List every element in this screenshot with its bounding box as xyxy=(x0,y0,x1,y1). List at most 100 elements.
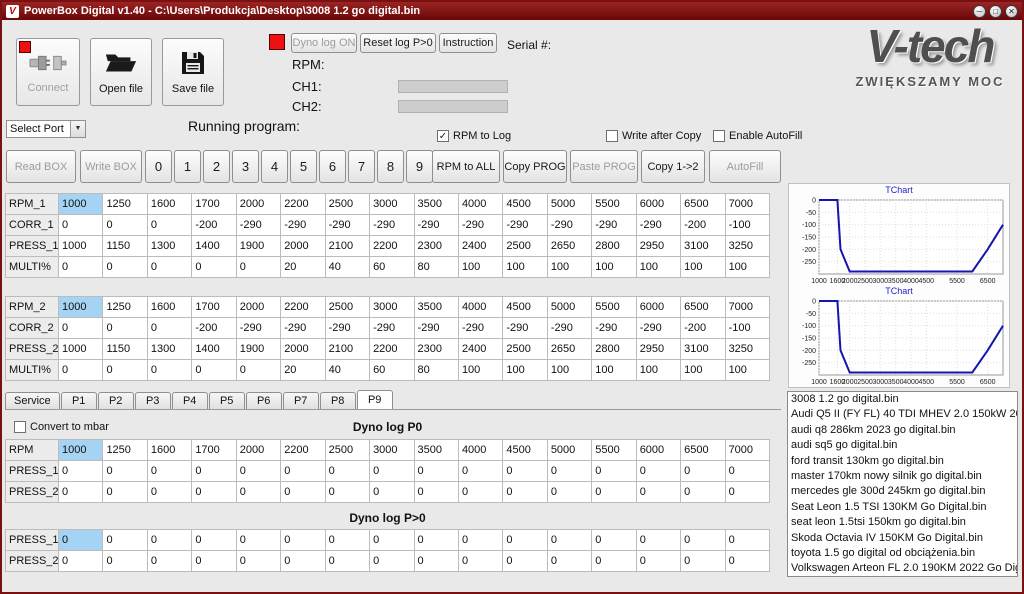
grid-cell[interactable]: 3250 xyxy=(725,339,769,360)
grid-cell[interactable]: 0 xyxy=(681,551,725,572)
grid-cell[interactable]: 1700 xyxy=(192,194,236,215)
grid-cell[interactable]: 1150 xyxy=(103,236,147,257)
write-box-button[interactable]: Write BOX xyxy=(80,150,142,183)
grid-cell[interactable]: -290 xyxy=(547,215,591,236)
grid-cell[interactable]: 2100 xyxy=(325,236,369,257)
grid-cell[interactable]: 0 xyxy=(503,530,547,551)
grid-cell[interactable]: 100 xyxy=(458,360,502,381)
grid-cell[interactable]: 0 xyxy=(103,360,147,381)
grid-cell[interactable]: 2500 xyxy=(503,236,547,257)
grid-cell[interactable]: 0 xyxy=(325,530,369,551)
grid-cell[interactable]: -290 xyxy=(503,318,547,339)
grid-cell[interactable]: 0 xyxy=(458,551,502,572)
file-list-item[interactable]: ford transit 130km go digital.bin xyxy=(788,454,1017,469)
grid-cell[interactable]: 0 xyxy=(370,482,414,503)
rpm-to-all-button[interactable]: RPM to ALL xyxy=(432,150,500,183)
grid-cell[interactable]: -200 xyxy=(681,318,725,339)
grid-cell[interactable]: 0 xyxy=(547,530,591,551)
copy-prog-button[interactable]: Copy PROG xyxy=(503,150,567,183)
file-list-item[interactable]: audi q8 286km 2023 go digital.bin xyxy=(788,423,1017,438)
grid-cell[interactable]: 1400 xyxy=(192,236,236,257)
grid-cell[interactable]: -290 xyxy=(325,318,369,339)
grid-cell[interactable]: 3000 xyxy=(370,297,414,318)
grid-cell[interactable]: 5000 xyxy=(547,440,591,461)
tab-p6[interactable]: P6 xyxy=(246,392,282,409)
grid-cell[interactable]: 100 xyxy=(503,257,547,278)
grid-cell[interactable]: 100 xyxy=(681,360,725,381)
grid-cell[interactable]: 0 xyxy=(458,482,502,503)
grid-cell[interactable]: 0 xyxy=(325,482,369,503)
grid-cell[interactable]: 5000 xyxy=(547,297,591,318)
grid-cell[interactable]: 0 xyxy=(681,530,725,551)
write-after-copy-checkbox[interactable]: Write after Copy xyxy=(606,130,701,142)
grid-cell[interactable]: 3100 xyxy=(681,339,725,360)
grid-cell[interactable]: 0 xyxy=(192,482,236,503)
grid-cell[interactable]: 0 xyxy=(59,461,103,482)
program-number-button-6[interactable]: 6 xyxy=(319,150,346,183)
grid-cell[interactable]: 0 xyxy=(414,530,458,551)
grid-cell[interactable]: -290 xyxy=(236,318,280,339)
file-list-item[interactable]: audi sq5 go digital.bin xyxy=(788,438,1017,453)
grid-cell[interactable]: 0 xyxy=(370,461,414,482)
tab-p7[interactable]: P7 xyxy=(283,392,319,409)
grid-cell[interactable]: 0 xyxy=(147,551,191,572)
grid-cell[interactable]: 0 xyxy=(103,530,147,551)
grid-cell[interactable]: 0 xyxy=(636,461,680,482)
tab-p2[interactable]: P2 xyxy=(98,392,134,409)
grid-cell[interactable]: 1700 xyxy=(192,297,236,318)
grid-cell[interactable]: 0 xyxy=(59,318,103,339)
grid-cell[interactable]: 4500 xyxy=(503,297,547,318)
grid-cell[interactable]: 0 xyxy=(725,551,769,572)
grid-cell[interactable]: 0 xyxy=(103,461,147,482)
grid-cell[interactable]: 40 xyxy=(325,360,369,381)
grid-cell[interactable]: 1250 xyxy=(103,297,147,318)
grid-cell[interactable]: -290 xyxy=(592,318,636,339)
close-button[interactable]: ✕ xyxy=(1005,5,1018,18)
grid-cell[interactable]: 0 xyxy=(636,551,680,572)
grid-cell[interactable]: 2500 xyxy=(325,297,369,318)
read-box-button[interactable]: Read BOX xyxy=(6,150,76,183)
grid-cell[interactable]: -290 xyxy=(636,215,680,236)
grid-cell[interactable]: 2650 xyxy=(547,339,591,360)
program-number-button-8[interactable]: 8 xyxy=(377,150,404,183)
grid-cell[interactable]: 80 xyxy=(414,257,458,278)
grid-cell[interactable]: 0 xyxy=(147,215,191,236)
grid-cell[interactable]: 6000 xyxy=(636,440,680,461)
grid-cell[interactable]: 7000 xyxy=(725,440,769,461)
grid-cell[interactable]: 3250 xyxy=(725,236,769,257)
grid-cell[interactable]: 0 xyxy=(192,461,236,482)
grid-cell[interactable]: 0 xyxy=(236,551,280,572)
grid-cell[interactable]: 1900 xyxy=(236,236,280,257)
grid-cell[interactable]: 100 xyxy=(592,257,636,278)
grid-cell[interactable]: 6500 xyxy=(681,194,725,215)
grid-cell[interactable]: 0 xyxy=(147,530,191,551)
select-port-dropdown[interactable]: Select Port ▼ xyxy=(6,120,86,138)
grid-cell[interactable]: 0 xyxy=(503,461,547,482)
grid-cell[interactable]: -290 xyxy=(592,215,636,236)
grid-cell[interactable]: 6500 xyxy=(681,297,725,318)
grid-cell[interactable]: 0 xyxy=(147,318,191,339)
grid-cell[interactable]: 7000 xyxy=(725,297,769,318)
grid-cell[interactable]: 0 xyxy=(414,482,458,503)
grid-cell[interactable]: 100 xyxy=(725,257,769,278)
tab-p5[interactable]: P5 xyxy=(209,392,245,409)
grid-cell[interactable]: 100 xyxy=(547,257,591,278)
grid-cell[interactable]: 1400 xyxy=(192,339,236,360)
grid-cell[interactable]: 0 xyxy=(592,482,636,503)
grid-cell[interactable]: 0 xyxy=(59,257,103,278)
grid-cell[interactable]: 1150 xyxy=(103,339,147,360)
grid-cell[interactable]: 0 xyxy=(370,530,414,551)
grid-cell[interactable]: 3500 xyxy=(414,440,458,461)
grid-cell[interactable]: 4000 xyxy=(458,440,502,461)
grid-cell[interactable]: 4000 xyxy=(458,297,502,318)
grid-cell[interactable]: 0 xyxy=(325,461,369,482)
paste-prog-button[interactable]: Paste PROG xyxy=(570,150,638,183)
grid-cell[interactable]: 2200 xyxy=(281,440,325,461)
grid-cell[interactable]: 0 xyxy=(725,482,769,503)
grid-cell[interactable]: 1250 xyxy=(103,440,147,461)
tab-p1[interactable]: P1 xyxy=(61,392,97,409)
grid-cell[interactable]: 2000 xyxy=(236,440,280,461)
tab-p3[interactable]: P3 xyxy=(135,392,171,409)
grid-cell[interactable]: 0 xyxy=(59,482,103,503)
grid-cell[interactable]: 100 xyxy=(547,360,591,381)
